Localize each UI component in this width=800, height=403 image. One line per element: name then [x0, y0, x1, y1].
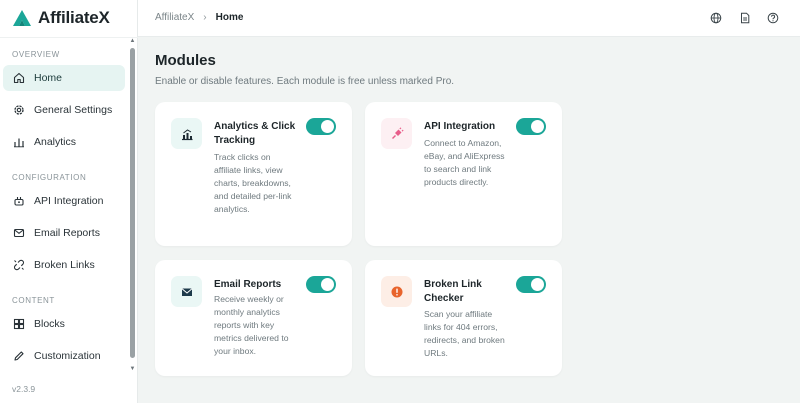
module-toggle-email-reports[interactable]: [306, 276, 336, 293]
pencil-icon: [12, 350, 25, 363]
mail-icon: [12, 227, 25, 240]
sidebar: AffiliateX OVERVIEW Home General Setting…: [0, 0, 138, 403]
toggle-knob: [531, 278, 544, 291]
section-label-configuration: CONFIGURATION: [12, 173, 87, 182]
module-card-analytics: Analytics & Click Tracking Track clicks …: [155, 102, 352, 246]
module-title: Broken Link Checker: [424, 279, 482, 304]
breadcrumb-current: Home: [215, 12, 244, 23]
home-icon: [12, 72, 25, 85]
sidebar-item-customization[interactable]: Customization: [3, 343, 125, 369]
toggle-knob: [321, 120, 334, 133]
scroll-thumb[interactable]: [130, 48, 135, 358]
version-label: v2.3.9: [12, 384, 36, 394]
sidebar-item-analytics[interactable]: Analytics: [3, 129, 125, 155]
envelope-icon: [171, 276, 202, 307]
sidebar-item-label: Broken Links: [34, 259, 95, 271]
sidebar-item-label: Customization: [34, 350, 101, 362]
broken-link-icon: [12, 259, 25, 272]
sidebar-item-label: General Settings: [34, 104, 113, 116]
breadcrumb-root-link[interactable]: AffiliateX: [155, 12, 194, 23]
plug-icon: [12, 195, 25, 208]
module-toggle-analytics[interactable]: [306, 118, 336, 135]
module-description: Receive weekly or monthly analytics repo…: [214, 294, 289, 356]
sidebar-scrollbar[interactable]: ▲ ▼: [129, 38, 136, 374]
brand[interactable]: AffiliateX: [12, 7, 110, 29]
sidebar-item-label: Home: [34, 72, 63, 84]
blocks-icon: [12, 318, 25, 331]
sidebar-item-label: Email Reports: [34, 227, 100, 239]
sidebar-item-api-integration[interactable]: API Integration: [3, 188, 125, 214]
toggle-knob: [321, 278, 334, 291]
toggle-knob: [531, 120, 544, 133]
sidebar-item-general-settings[interactable]: General Settings: [3, 97, 125, 123]
section-label-content: CONTENT: [12, 296, 55, 305]
module-card-broken-link-checker: Broken Link Checker Scan your affiliate …: [365, 260, 562, 376]
top-header: AffiliateX › Home: [138, 0, 800, 37]
sidebar-item-label: API Integration: [34, 195, 104, 207]
module-toggle-api-integration[interactable]: [516, 118, 546, 135]
scroll-down-arrow-icon[interactable]: ▼: [129, 366, 136, 372]
affiliatex-logo-icon: [13, 10, 31, 26]
chevron-right-icon: ›: [203, 12, 207, 23]
globe-icon[interactable]: [709, 11, 723, 25]
alert-icon: [381, 276, 412, 307]
document-icon[interactable]: [738, 11, 752, 25]
module-card-api-integration: API Integration Connect to Amazon, eBay,…: [365, 102, 562, 246]
sidebar-item-home[interactable]: Home: [3, 65, 125, 91]
sidebar-divider: [0, 37, 138, 38]
analytics-chart-icon: [171, 118, 202, 149]
module-title: Email Reports: [214, 279, 282, 290]
api-plug-icon: [381, 118, 412, 149]
sidebar-item-label: Analytics: [34, 136, 77, 148]
breadcrumb: AffiliateX › Home: [155, 12, 243, 23]
help-icon[interactable]: [766, 11, 780, 25]
sidebar-item-label: Blocks: [34, 318, 65, 330]
page-subtitle: Enable or disable features. Each module …: [155, 76, 455, 87]
module-title: Analytics & Click Tracking: [214, 121, 296, 146]
sidebar-item-blocks[interactable]: Blocks: [3, 311, 125, 337]
gear-icon: [12, 104, 25, 117]
module-description: Scan your affiliate links for 404 errors…: [424, 309, 505, 358]
brand-name: AffiliateX: [38, 8, 110, 27]
module-card-email-reports: Email Reports Receive weekly or monthly …: [155, 260, 352, 376]
module-toggle-broken-link-checker[interactable]: [516, 276, 546, 293]
sidebar-item-broken-links[interactable]: Broken Links: [3, 252, 125, 278]
sidebar-item-email-reports[interactable]: Email Reports: [3, 220, 125, 246]
module-description: Connect to Amazon, eBay, and AliExpress …: [424, 138, 505, 187]
module-description: Track clicks on affiliate links, view ch…: [214, 152, 292, 214]
bar-chart-icon: [12, 136, 25, 149]
scroll-up-arrow-icon[interactable]: ▲: [129, 38, 136, 44]
page-title: Modules: [155, 52, 216, 69]
module-title: API Integration: [424, 121, 496, 132]
section-label-overview: OVERVIEW: [12, 50, 60, 59]
